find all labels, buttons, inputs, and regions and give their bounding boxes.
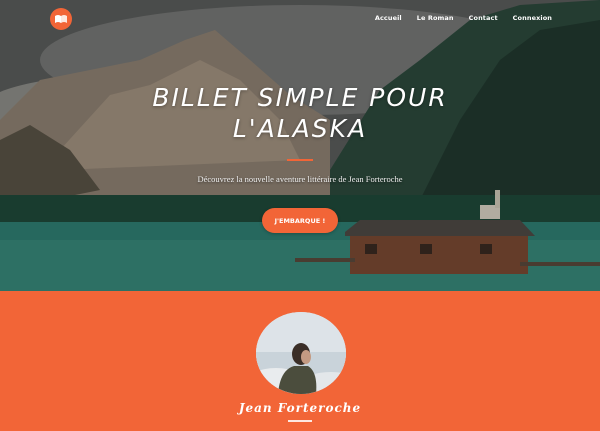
nav-link-le-roman[interactable]: Le Roman: [417, 14, 454, 22]
author-divider: [288, 420, 312, 422]
title-divider: [287, 159, 313, 161]
hero-title-line-1: Billet simple pour: [152, 83, 448, 112]
site-logo[interactable]: [50, 8, 72, 30]
nav-link-contact[interactable]: Contact: [469, 14, 498, 22]
hero-overlay: [0, 0, 600, 291]
hero-title: Billet simple pour l'Alaska: [0, 82, 600, 144]
author-avatar: [256, 312, 346, 394]
author-section: Jean Forteroche: [0, 291, 600, 431]
author-photo: [256, 312, 346, 394]
nav-link-connexion[interactable]: Connexion: [513, 14, 552, 22]
open-book-icon: [55, 15, 67, 23]
nav-link-accueil[interactable]: Accueil: [375, 14, 402, 22]
author-name: Jean Forteroche: [238, 401, 362, 415]
hero-subtitle: Découvrez la nouvelle aventure littérair…: [197, 174, 403, 184]
embark-button[interactable]: J'EMBARQUE !: [262, 208, 338, 233]
hero-title-line-2: l'Alaska: [232, 114, 368, 143]
hero-section: Accueil Le Roman Contact Connexion Bille…: [0, 0, 600, 291]
main-nav: Accueil Le Roman Contact Connexion: [360, 14, 552, 22]
